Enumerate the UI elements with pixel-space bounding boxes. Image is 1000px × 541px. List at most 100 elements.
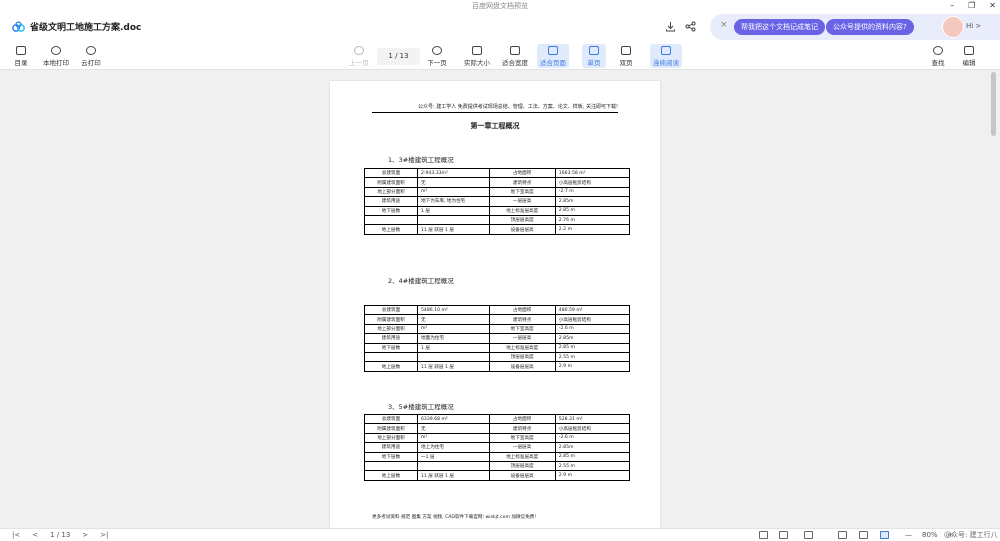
table-row: 附属建筑面积无建筑特点 小高层框剪结构 — [364, 177, 631, 188]
status-page-indicator[interactable]: 1 / 13 — [50, 530, 70, 541]
minimize-button[interactable]: – — [950, 0, 954, 12]
section-heading: 3、5#楼建筑工程概况 — [388, 403, 454, 411]
zoom-out-button[interactable]: — — [905, 529, 912, 541]
table-cell: 地上部分面积 — [364, 432, 418, 444]
ai-suggestion-chip[interactable]: 公众号提供的资料内容? — [826, 19, 914, 35]
fit-width-button[interactable]: 适合宽度 — [500, 44, 530, 68]
single-page-label: 单页 — [587, 59, 601, 67]
table-cell: 一1 层 — [417, 451, 490, 462]
spec-table: 总建筑面 5486.10 m² 占地面积 480.59 m² 附属建筑面积无建筑特点 小高… — [364, 304, 631, 372]
table-cell: 建筑特点 — [488, 314, 556, 325]
window-title: 百度网盘文档预览 — [472, 2, 528, 10]
document-header: 省级文明工地施工方案.doc × 帮我把这个文档记成笔记 公众号提供的资料内容?… — [0, 12, 1000, 42]
document-page: 公众号: 建工学人 免费提供考试现场总结、管理、工法、方案、论文、样板, 关注即… — [330, 81, 660, 528]
next-page-small-button[interactable]: > — [82, 530, 88, 541]
table-cell: 11 层 跃层 1 层 — [417, 224, 490, 235]
vertical-scrollbar[interactable] — [988, 70, 1000, 528]
table-cell: 1 层 — [417, 205, 490, 216]
double-page-button[interactable]: 双页 — [614, 44, 638, 68]
table-cell: 2.85 m — [554, 451, 631, 462]
table-cell: 无 — [417, 177, 490, 188]
local-print-button[interactable]: 本地打印 — [40, 44, 72, 68]
continuous-read-icon — [661, 46, 671, 55]
table-cell — [417, 351, 490, 363]
table-cell: 一层层高 — [488, 196, 556, 207]
double-page-icon — [621, 46, 631, 55]
page-header-text: 公众号: 建工学人 免费提供考试现场总结、管理、工法、方案、论文、样板, 关注即… — [372, 103, 618, 113]
fit-page-label: 适合页面 — [540, 59, 566, 67]
table-row: 顶层层高度 2.55 m — [364, 351, 631, 363]
continuous-read-label: 连续阅读 — [653, 59, 679, 67]
download-icon[interactable] — [664, 21, 676, 33]
table-cell: 地下室高度 — [488, 323, 556, 335]
chevron-down-icon — [432, 46, 442, 55]
table-cell — [364, 214, 418, 226]
cloud-print-label: 云打印 — [81, 59, 101, 67]
view-scroll-icon[interactable] — [804, 531, 813, 539]
table-row: 地上部分面积 m² 地下室高度 -2.7 m — [364, 186, 631, 198]
table-cell: 地上层数 — [364, 470, 418, 481]
table-cell: m² — [417, 186, 490, 198]
actual-size-button[interactable]: 实际大小 — [462, 44, 492, 68]
share-icon[interactable] — [684, 21, 696, 33]
table-cell: 2.9 m — [554, 361, 631, 372]
table-cell: 建筑特点 — [488, 177, 556, 188]
ai-close-button[interactable]: × — [720, 20, 728, 30]
view-double-icon[interactable] — [779, 531, 788, 539]
table-cell: 地上标准层高度 — [488, 205, 556, 216]
table-cell: 地下为车库, 地为住宅 — [417, 196, 490, 207]
table-cell: 无 — [417, 423, 490, 434]
table-cell: 地上层数 — [364, 361, 418, 372]
continuous-read-button[interactable]: 连续阅读 — [650, 44, 682, 68]
next-page-button[interactable]: 下一页 — [425, 44, 449, 68]
close-button[interactable]: ✕ — [989, 0, 996, 12]
table-row: 地上层数 11 层 跃层 1 层设备层层高 2.2 m — [364, 224, 631, 235]
edit-button[interactable]: 编辑 — [958, 44, 980, 68]
zoom-level[interactable]: 80% — [922, 529, 938, 541]
document-title: 省级文明工地施工方案.doc — [30, 23, 142, 33]
first-page-button[interactable]: |< — [12, 530, 20, 541]
table-cell: 5486.10 m² — [417, 304, 490, 316]
table-cell: m² — [417, 323, 490, 335]
catalog-label: 目录 — [14, 59, 28, 67]
actual-size-small-icon[interactable] — [838, 531, 847, 539]
fit-width-small-icon[interactable] — [859, 531, 868, 539]
table-row: 地上层数 11 层 跃层 1 层设备层层高 2.9 m — [364, 361, 631, 372]
catalog-button[interactable]: 目录 — [9, 44, 33, 68]
fit-page-icon — [548, 46, 558, 55]
search-button[interactable]: 查找 — [928, 44, 948, 68]
table-cell: 占地面积 — [488, 304, 556, 316]
scrollbar-thumb[interactable] — [991, 72, 996, 136]
table-cell: 顶层层高度 — [488, 351, 556, 363]
cloud-print-button[interactable]: 云打印 — [78, 44, 104, 68]
table-row: 地下层数 1 层地上标准层高度 2.85 m — [364, 205, 631, 216]
table-row: 地下层数 一1 层地上标准层高度 2.85 m — [364, 451, 631, 462]
assistant-greeting[interactable]: Hi > — [966, 22, 981, 30]
table-cell: 地下层数 — [364, 205, 418, 216]
restore-button[interactable]: ❐ — [968, 0, 975, 12]
prev-page-small-button[interactable]: < — [32, 530, 38, 541]
table-cell: 建筑特点 — [488, 423, 556, 434]
table-cell: 地上标准层高度 — [488, 342, 556, 353]
page-indicator[interactable]: 1 / 13 — [377, 48, 420, 65]
ai-suggestion-chip[interactable]: 帮我把这个文档记成笔记 — [734, 19, 825, 35]
chevron-up-icon — [354, 46, 364, 55]
table-row: 地上部分面积 m² 地下室高度 -2.6 m — [364, 323, 631, 335]
ai-assistant-bar: × 帮我把这个文档记成笔记 公众号提供的资料内容? Hi > — [710, 14, 1000, 40]
table-cell: -2.6 m — [554, 432, 631, 444]
fit-page-button[interactable]: 适合页面 — [537, 44, 569, 68]
view-single-icon[interactable] — [759, 531, 768, 539]
table-cell: 2.76 m — [554, 214, 631, 226]
table-cell: 地面为住宅 — [417, 333, 490, 344]
single-page-button[interactable]: 单页 — [582, 44, 606, 68]
table-cell: 528.31 m² — [554, 413, 631, 425]
table-cell: 2.9 m — [554, 470, 631, 481]
table-cell: 附属建筑面积 — [364, 423, 418, 434]
assistant-avatar[interactable] — [942, 16, 964, 38]
fit-page-small-icon[interactable] — [880, 531, 889, 539]
last-page-button[interactable]: >| — [100, 530, 108, 541]
prev-page-button[interactable]: 上一页 — [347, 44, 371, 68]
table-cell — [364, 460, 418, 472]
local-print-label: 本地打印 — [43, 59, 69, 67]
table-cell: 地下室高度 — [488, 186, 556, 198]
